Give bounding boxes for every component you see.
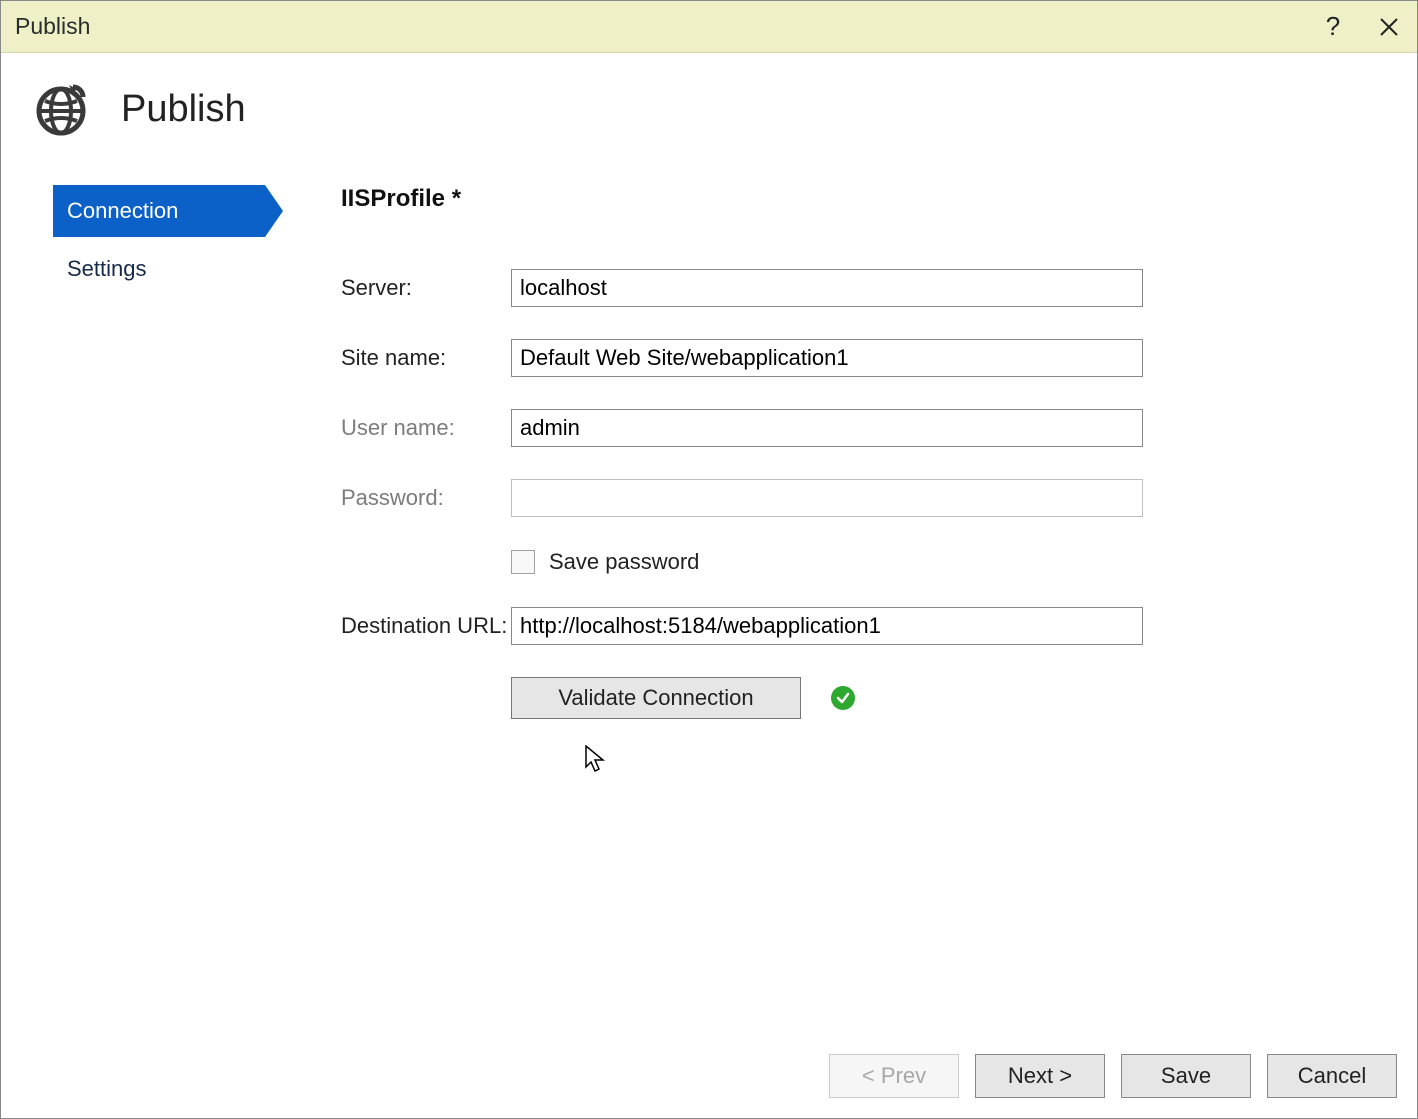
sidebar-item-settings[interactable]: Settings: [53, 243, 341, 295]
password-input[interactable]: [511, 479, 1143, 517]
user-name-input[interactable]: [511, 409, 1143, 447]
success-check-icon: [831, 686, 855, 710]
cancel-button[interactable]: Cancel: [1267, 1054, 1397, 1098]
help-button[interactable]: ?: [1305, 1, 1361, 53]
save-password-label: Save password: [549, 549, 699, 575]
sidebar-item-connection[interactable]: Connection: [53, 185, 265, 237]
content-panel: IISProfile * Server: Site name: User nam…: [341, 185, 1417, 719]
destination-url-label: Destination URL:: [341, 613, 511, 639]
cursor-icon: [585, 745, 609, 775]
save-button[interactable]: Save: [1121, 1054, 1251, 1098]
server-label: Server:: [341, 275, 511, 301]
titlebar: Publish ?: [1, 1, 1417, 53]
user-name-label: User name:: [341, 415, 511, 441]
site-name-input[interactable]: [511, 339, 1143, 377]
page-title: Publish: [121, 88, 246, 131]
profile-title: IISProfile *: [341, 185, 1357, 213]
validate-connection-button[interactable]: Validate Connection: [511, 677, 801, 719]
sidebar: Connection Settings: [53, 185, 341, 301]
sidebar-item-label: Settings: [67, 256, 147, 282]
server-input[interactable]: [511, 269, 1143, 307]
window-title: Publish: [15, 13, 90, 40]
prev-button: < Prev: [829, 1054, 959, 1098]
footer-buttons: < Prev Next > Save Cancel: [829, 1054, 1397, 1098]
next-button[interactable]: Next >: [975, 1054, 1105, 1098]
close-button[interactable]: [1361, 1, 1417, 53]
page-header: Publish: [33, 81, 1417, 137]
sidebar-item-label: Connection: [67, 198, 178, 224]
save-password-checkbox[interactable]: [511, 550, 535, 574]
globe-publish-icon: [33, 81, 89, 137]
password-label: Password:: [341, 485, 511, 511]
destination-url-input[interactable]: [511, 607, 1143, 645]
site-name-label: Site name:: [341, 345, 511, 371]
close-icon: [1379, 17, 1399, 37]
